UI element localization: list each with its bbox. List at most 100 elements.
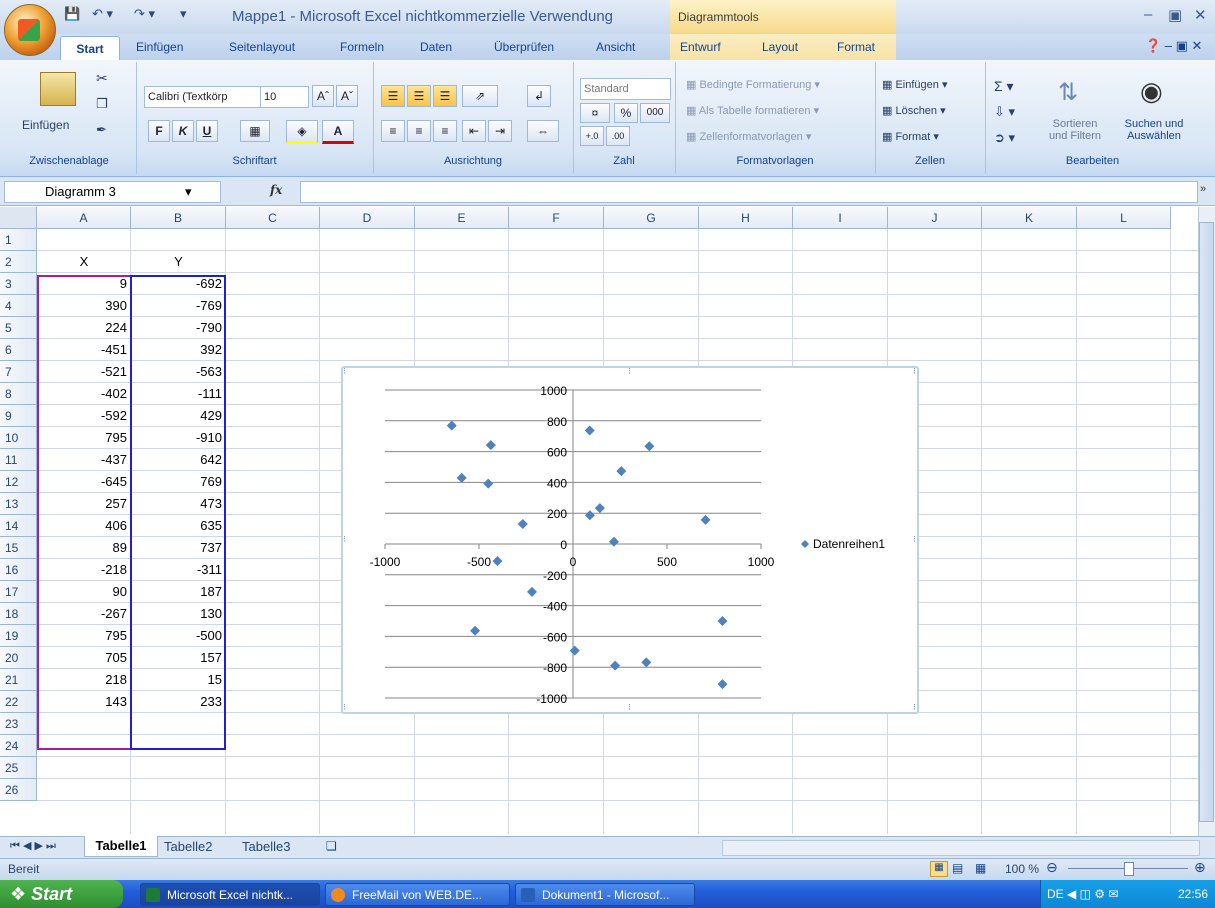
grow-font-icon[interactable]: Aˆ	[312, 85, 334, 107]
format-cells-button[interactable]: ▦ Format ▾	[882, 130, 939, 143]
orientation-icon[interactable]: ⇗	[462, 85, 498, 107]
expand-formula-icon[interactable]: »	[1200, 183, 1206, 195]
zoom-level[interactable]: 100 %	[1005, 862, 1039, 876]
conditional-formatting-button[interactable]: ▦ Bedingte Formatierung ▾	[686, 78, 820, 91]
column-header[interactable]: A	[37, 207, 131, 229]
zoom-slider-thumb[interactable]	[1124, 862, 1134, 876]
cell-styles-button[interactable]: ▦ Zellenformatvorlagen ▾	[686, 130, 811, 143]
undo-icon[interactable]: ↶ ▾	[92, 6, 113, 24]
row-header[interactable]: 3	[0, 273, 37, 295]
row-header[interactable]: 19	[0, 625, 37, 647]
autosum-icon[interactable]: Σ ▾	[994, 78, 1014, 95]
tab-start[interactable]: Start	[60, 36, 120, 62]
paste-icon[interactable]	[40, 72, 76, 106]
clear-icon[interactable]: ➲ ▾	[994, 130, 1015, 146]
tab-insert[interactable]: Einfügen	[136, 40, 183, 54]
row-header[interactable]: 22	[0, 691, 37, 713]
paste-button[interactable]: Einfügen	[22, 118, 69, 132]
tab-design[interactable]: Entwurf	[680, 40, 721, 54]
row-header[interactable]: 12	[0, 471, 37, 493]
shrink-font-icon[interactable]: Aˇ	[336, 85, 358, 107]
row-header[interactable]: 1	[0, 229, 37, 251]
decrease-indent-icon[interactable]: ⇤	[462, 120, 486, 142]
sheet-tab-2[interactable]: Tabelle2	[164, 839, 212, 854]
row-header[interactable]: 5	[0, 317, 37, 339]
page-break-view-icon[interactable]: ▦	[975, 861, 986, 875]
tab-view[interactable]: Ansicht	[596, 40, 635, 54]
copy-icon[interactable]: ❐	[96, 96, 108, 112]
row-header[interactable]: 18	[0, 603, 37, 625]
zoom-out-icon[interactable]: ⊖	[1046, 859, 1058, 876]
row-header[interactable]: 4	[0, 295, 37, 317]
task-word[interactable]: Dokument1 - Microsof...	[515, 883, 695, 906]
column-header[interactable]: H	[699, 207, 793, 229]
find-select-button[interactable]: Suchen und Auswählen	[1112, 118, 1196, 142]
close-icon[interactable]: ✕	[1194, 6, 1207, 24]
page-layout-view-icon[interactable]: ▤	[952, 861, 963, 875]
italic-button[interactable]: K	[172, 120, 194, 142]
sheet-tab-1[interactable]: Tabelle1	[84, 836, 158, 857]
row-header[interactable]: 23	[0, 713, 37, 735]
chart-object[interactable]: 1000 800 600 400 200 0 -200 -400 -600 -800 -1000 -1…	[341, 366, 919, 714]
number-format-combo[interactable]: Standard	[580, 78, 671, 100]
horizontal-scrollbar[interactable]	[722, 840, 1200, 856]
zoom-in-icon[interactable]: ⊕	[1194, 859, 1206, 876]
customize-qat-icon[interactable]: ▾	[180, 6, 187, 24]
task-excel[interactable]: Microsoft Excel nichtk...	[140, 883, 320, 906]
wrap-text-icon[interactable]: ↲	[527, 85, 551, 107]
restore-icon[interactable]: ▣	[1168, 6, 1182, 24]
help-icon[interactable]: ❓ – ▣ ✕	[1145, 38, 1202, 54]
select-all-corner[interactable]	[0, 207, 37, 229]
office-button[interactable]	[4, 4, 56, 56]
row-header[interactable]: 15	[0, 537, 37, 559]
scrollbar-thumb[interactable]	[1199, 222, 1214, 822]
task-freemail[interactable]: FreeMail von WEB.DE...	[325, 883, 510, 906]
row-header[interactable]: 17	[0, 581, 37, 603]
column-header[interactable]: D	[320, 207, 415, 229]
redo-icon[interactable]: ↷ ▾	[134, 6, 155, 24]
tab-formulas[interactable]: Formeln	[340, 40, 384, 54]
increase-indent-icon[interactable]: ⇥	[488, 120, 512, 142]
column-header[interactable]: C	[226, 207, 320, 229]
decrease-decimal-icon[interactable]: .00	[606, 126, 630, 146]
row-header[interactable]: 20	[0, 647, 37, 669]
fill-color-icon[interactable]: ◈	[286, 120, 318, 144]
column-header[interactable]: K	[982, 207, 1077, 229]
scatter-chart[interactable]: 10008006004002000-200-400-600-800-1000-1…	[343, 366, 917, 712]
align-center-icon[interactable]: ≡	[407, 120, 431, 142]
start-button[interactable]: ❖ Start	[0, 880, 123, 908]
save-icon[interactable]: 💾	[64, 6, 80, 24]
fill-icon[interactable]: ⇩ ▾	[994, 104, 1015, 120]
align-middle-icon[interactable]: ☰	[407, 85, 431, 107]
insert-sheet-icon[interactable]: ❏	[326, 839, 337, 853]
font-color-icon[interactable]: A	[322, 120, 354, 144]
row-header[interactable]: 24	[0, 735, 37, 757]
tray-icons[interactable]: ◀ ◫ ⚙ ✉	[1067, 887, 1118, 901]
column-header[interactable]: F	[509, 207, 604, 229]
column-header[interactable]: G	[604, 207, 699, 229]
minimize-icon[interactable]: –	[1144, 6, 1152, 23]
tab-review[interactable]: Überprüfen	[494, 40, 554, 54]
row-header[interactable]: 11	[0, 449, 37, 471]
increase-decimal-icon[interactable]: +.0	[580, 126, 604, 146]
bold-button[interactable]: F	[148, 120, 170, 142]
align-top-icon[interactable]: ☰	[381, 85, 405, 107]
column-header[interactable]: B	[131, 207, 226, 229]
table-cell[interactable]: Y	[131, 251, 226, 273]
normal-view-icon[interactable]: ▦	[930, 861, 948, 877]
format-as-table-button[interactable]: ▦ Als Tabelle formatieren ▾	[686, 104, 819, 117]
tab-format[interactable]: Format	[837, 40, 875, 54]
thousands-button[interactable]: 000	[640, 103, 670, 123]
cut-icon[interactable]: ✂	[96, 70, 108, 87]
delete-cells-button[interactable]: ▦ Löschen ▾	[882, 104, 946, 117]
formula-input[interactable]	[300, 181, 1198, 203]
row-header[interactable]: 16	[0, 559, 37, 581]
percent-button[interactable]: %	[614, 103, 638, 123]
column-header[interactable]: L	[1077, 207, 1171, 229]
tab-page-layout[interactable]: Seitenlayout	[229, 40, 295, 54]
font-size-combo[interactable]: 10	[260, 86, 309, 108]
column-header[interactable]: E	[415, 207, 509, 229]
row-header[interactable]: 10	[0, 427, 37, 449]
currency-icon[interactable]: ¤	[580, 103, 610, 123]
language-indicator[interactable]: DE	[1047, 887, 1064, 901]
